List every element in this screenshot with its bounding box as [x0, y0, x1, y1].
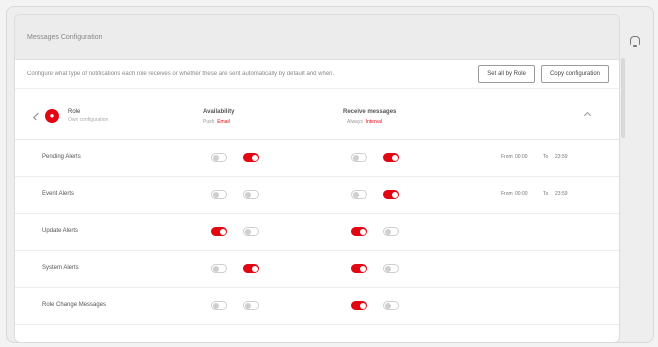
- to-label: To: [543, 191, 549, 197]
- interval-toggle[interactable]: [383, 227, 399, 236]
- alerts-list: Pending Alerts From 00:00 To 23:59 Event Aler…: [15, 140, 619, 325]
- interval-toggle[interactable]: [383, 301, 399, 310]
- interval-toggle[interactable]: [383, 264, 399, 273]
- alert-row-label: Role Change Messages: [42, 302, 107, 308]
- from-label: From: [501, 191, 513, 197]
- alert-row-label: Event Alerts: [42, 191, 75, 197]
- interval-toggle[interactable]: [383, 153, 399, 162]
- alert-row-label: Update Alerts: [42, 228, 79, 234]
- right-sidebar: [619, 14, 652, 341]
- alert-row-label: Pending Alerts: [42, 154, 81, 160]
- email-toggle[interactable]: [243, 153, 259, 162]
- alert-row: Update Alerts: [15, 214, 619, 251]
- receive-subheaders: Always Interval: [347, 119, 382, 125]
- always-toggle[interactable]: [351, 264, 367, 273]
- set-all-by-role-button[interactable]: Set all by Role: [478, 65, 535, 83]
- role-avatar: ●: [45, 109, 59, 123]
- interval-subheader: Interval: [365, 119, 383, 125]
- to-label: To: [543, 154, 549, 160]
- alert-row: System Alerts: [15, 251, 619, 288]
- bell-icon[interactable]: [630, 36, 640, 47]
- to-time-input[interactable]: 23:59: [555, 191, 568, 197]
- alert-row: Role Change Messages: [15, 288, 619, 325]
- push-toggle[interactable]: [211, 153, 227, 162]
- availability-header: Availability: [203, 109, 235, 115]
- receive-messages-header: Receive messages: [343, 109, 397, 115]
- copy-configuration-button[interactable]: Copy configuration: [540, 65, 609, 83]
- email-toggle[interactable]: [243, 227, 259, 236]
- from-time-input[interactable]: 00:00: [515, 191, 528, 197]
- alert-row: Event Alerts From 00:00 To 23:59: [15, 177, 619, 214]
- availability-subheaders: Push Email: [203, 119, 230, 125]
- role-group-header[interactable]: ● Role Own configuration Availability Pu…: [15, 95, 619, 140]
- email-toggle[interactable]: [243, 301, 259, 310]
- scrollbar[interactable]: [621, 58, 625, 138]
- always-toggle[interactable]: [351, 190, 367, 199]
- push-toggle[interactable]: [211, 190, 227, 199]
- push-toggle[interactable]: [211, 301, 227, 310]
- to-time-input[interactable]: 23:59: [555, 154, 568, 160]
- push-toggle[interactable]: [211, 227, 227, 236]
- email-subheader: Email: [217, 119, 230, 125]
- caret-left-icon[interactable]: [33, 112, 41, 121]
- window-titlebar: Messages Configuration: [15, 15, 619, 60]
- window-title: Messages Configuration: [27, 33, 103, 41]
- always-toggle[interactable]: [351, 301, 367, 310]
- always-subheader: Always: [347, 119, 363, 125]
- alert-row: Pending Alerts From 00:00 To 23:59: [15, 140, 619, 177]
- role-subtitle: Own configuration: [68, 117, 109, 123]
- from-time-input[interactable]: 00:00: [515, 154, 528, 160]
- from-label: From: [501, 154, 513, 160]
- email-toggle[interactable]: [243, 190, 259, 199]
- always-toggle[interactable]: [351, 227, 367, 236]
- toolbar: Configure what type of notifications eac…: [15, 60, 619, 89]
- interval-toggle[interactable]: [383, 190, 399, 199]
- chevron-up-icon[interactable]: [583, 111, 592, 120]
- email-toggle[interactable]: [243, 264, 259, 273]
- description-text: Configure what type of notifications eac…: [27, 71, 335, 77]
- push-subheader: Push: [203, 119, 215, 125]
- push-toggle[interactable]: [211, 264, 227, 273]
- messages-config-panel: Messages Configuration Configure what ty…: [14, 14, 620, 343]
- alert-row-label: System Alerts: [42, 265, 79, 271]
- role-name: Role: [68, 109, 81, 115]
- always-toggle[interactable]: [351, 153, 367, 162]
